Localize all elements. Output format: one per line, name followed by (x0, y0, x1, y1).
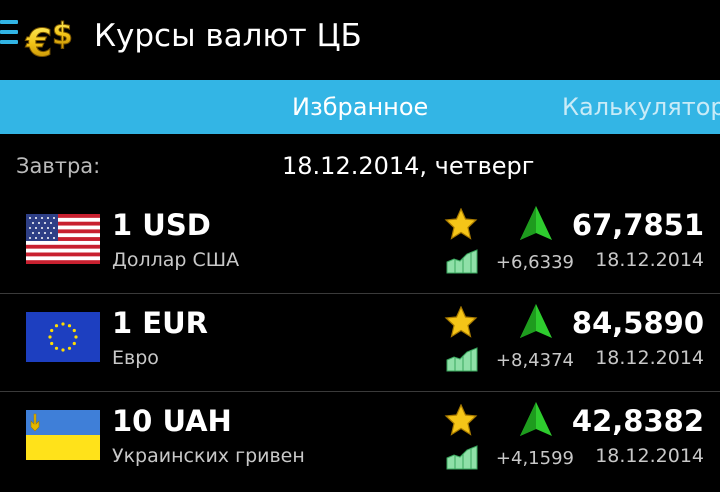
rate-change: +4,1599 (495, 448, 574, 469)
currency-code: 1 EUR (112, 306, 208, 340)
app-root: $ € Курсы валют ЦБ Избранное Калькулятор… (0, 0, 720, 492)
trend-up-arrow-icon (518, 204, 554, 244)
rate-date: 18.12.2014 (595, 249, 704, 271)
rate-list: 1 USD Доллар США +6,6339 67,7851 18.12.2… (0, 196, 720, 490)
chart-icon[interactable] (446, 346, 478, 372)
currency-name: Евро (112, 347, 159, 369)
tab-bar: Избранное Калькулятор (0, 80, 720, 134)
ua-flag-icon (26, 410, 100, 460)
trend-up-arrow-icon (518, 400, 554, 440)
date-label: Завтра: (16, 154, 101, 178)
rate-row-eur[interactable]: 1 EUR Евро +8,4374 84,5890 18.12.2014 (0, 294, 720, 392)
currency-code: 10 UAH (112, 404, 232, 438)
favorite-star-icon[interactable] (444, 305, 478, 338)
rate-value: 67,7851 (571, 208, 704, 242)
chart-icon[interactable] (446, 248, 478, 274)
rate-row-usd[interactable]: 1 USD Доллар США +6,6339 67,7851 18.12.2… (0, 196, 720, 294)
rate-date: 18.12.2014 (595, 347, 704, 369)
rate-change: +8,4374 (495, 350, 574, 371)
us-flag-icon (26, 214, 100, 264)
date-value[interactable]: 18.12.2014, четверг (282, 152, 534, 180)
svg-text:$: $ (52, 17, 73, 52)
rate-change: +6,6339 (495, 252, 574, 273)
rate-row-uah[interactable]: 10 UAH Украинских гривен +4,1599 42,8382… (0, 392, 720, 490)
rate-date: 18.12.2014 (595, 445, 704, 467)
tab-calculator[interactable]: Калькулятор (562, 80, 720, 134)
app-title: Курсы валют ЦБ (94, 18, 362, 54)
rate-value: 84,5890 (571, 306, 704, 340)
svg-text:€: € (25, 21, 52, 62)
chart-icon[interactable] (446, 444, 478, 470)
favorite-star-icon[interactable] (444, 207, 478, 240)
date-row: Завтра: 18.12.2014, четверг (0, 146, 720, 194)
trend-up-arrow-icon (518, 302, 554, 342)
tab-favorites[interactable]: Избранное (292, 80, 428, 134)
currency-logo-icon[interactable]: $ € (24, 10, 84, 66)
currency-name: Доллар США (112, 249, 240, 271)
currency-name: Украинских гривен (112, 445, 305, 467)
currency-code: 1 USD (112, 208, 211, 242)
menu-icon[interactable] (0, 20, 18, 46)
action-bar: $ € Курсы валют ЦБ (0, 0, 720, 78)
favorite-star-icon[interactable] (444, 403, 478, 436)
rate-value: 42,8382 (571, 404, 704, 438)
eu-flag-icon (26, 312, 100, 362)
